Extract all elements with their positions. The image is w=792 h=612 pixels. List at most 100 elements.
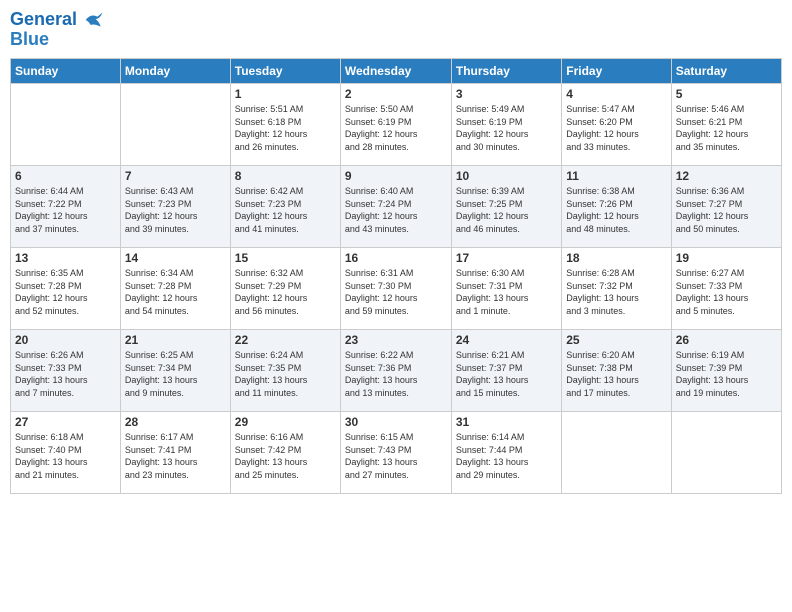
calendar-cell xyxy=(562,412,671,494)
calendar-cell: 10 Sunrise: 6:39 AM Sunset: 7:25 PM Dayli… xyxy=(451,166,561,248)
day-info: Sunrise: 6:22 AM Sunset: 7:36 PM Dayligh… xyxy=(345,349,447,399)
day-number: 1 xyxy=(235,87,336,101)
day-info: Sunrise: 6:42 AM Sunset: 7:23 PM Dayligh… xyxy=(235,185,336,235)
calendar-week-1: 1Sunrise: 5:51 AM Sunset: 6:18 PM Daylig… xyxy=(11,84,782,166)
calendar-cell: 7 Sunrise: 6:43 AM Sunset: 7:23 PM Daylig… xyxy=(120,166,230,248)
day-info: Sunrise: 6:31 AM Sunset: 7:30 PM Dayligh… xyxy=(345,267,447,317)
day-number: 10 xyxy=(456,169,557,183)
day-info: Sunrise: 6:30 AM Sunset: 7:31 PM Dayligh… xyxy=(456,267,557,317)
day-info: Sunrise: 6:35 AM Sunset: 7:28 PM Dayligh… xyxy=(15,267,116,317)
day-number: 24 xyxy=(456,333,557,347)
day-number: 18 xyxy=(566,251,666,265)
day-info: Sunrise: 5:50 AM Sunset: 6:19 PM Dayligh… xyxy=(345,103,447,153)
calendar-header: SundayMondayTuesdayWednesdayThursdayFrid… xyxy=(11,59,782,84)
calendar-cell: 15 Sunrise: 6:32 AM Sunset: 7:29 PM Dayli… xyxy=(230,248,340,330)
day-info: Sunrise: 5:47 AM Sunset: 6:20 PM Dayligh… xyxy=(566,103,666,153)
calendar-cell xyxy=(120,84,230,166)
calendar-cell xyxy=(671,412,781,494)
calendar-cell: 27Sunrise: 6:18 AM Sunset: 7:40 PM Dayli… xyxy=(11,412,121,494)
calendar-cell: 29 Sunrise: 6:16 AM Sunset: 7:42 PM Dayli… xyxy=(230,412,340,494)
day-info: Sunrise: 6:40 AM Sunset: 7:24 PM Dayligh… xyxy=(345,185,447,235)
weekday-header-monday: Monday xyxy=(120,59,230,84)
day-info: Sunrise: 6:34 AM Sunset: 7:28 PM Dayligh… xyxy=(125,267,226,317)
weekday-header-thursday: Thursday xyxy=(451,59,561,84)
day-info: Sunrise: 6:14 AM Sunset: 7:44 PM Dayligh… xyxy=(456,431,557,481)
day-number: 20 xyxy=(15,333,116,347)
day-number: 3 xyxy=(456,87,557,101)
calendar-cell: 25Sunrise: 6:20 AM Sunset: 7:38 PM Dayli… xyxy=(562,330,671,412)
logo: General Blue xyxy=(10,10,104,50)
calendar-cell: 8Sunrise: 6:42 AM Sunset: 7:23 PM Daylig… xyxy=(230,166,340,248)
calendar-cell: 18 Sunrise: 6:28 AM Sunset: 7:32 PM Dayli… xyxy=(562,248,671,330)
calendar-cell: 5Sunrise: 5:46 AM Sunset: 6:21 PM Daylig… xyxy=(671,84,781,166)
day-info: Sunrise: 6:27 AM Sunset: 7:33 PM Dayligh… xyxy=(676,267,777,317)
calendar-cell: 13 Sunrise: 6:35 AM Sunset: 7:28 PM Dayli… xyxy=(11,248,121,330)
calendar-cell: 4 Sunrise: 5:47 AM Sunset: 6:20 PM Daylig… xyxy=(562,84,671,166)
day-info: Sunrise: 6:25 AM Sunset: 7:34 PM Dayligh… xyxy=(125,349,226,399)
day-number: 12 xyxy=(676,169,777,183)
day-number: 16 xyxy=(345,251,447,265)
calendar-cell: 14 Sunrise: 6:34 AM Sunset: 7:28 PM Dayli… xyxy=(120,248,230,330)
day-info: Sunrise: 5:49 AM Sunset: 6:19 PM Dayligh… xyxy=(456,103,557,153)
day-info: Sunrise: 6:21 AM Sunset: 7:37 PM Dayligh… xyxy=(456,349,557,399)
day-number: 29 xyxy=(235,415,336,429)
day-number: 17 xyxy=(456,251,557,265)
day-info: Sunrise: 6:15 AM Sunset: 7:43 PM Dayligh… xyxy=(345,431,447,481)
day-info: Sunrise: 6:28 AM Sunset: 7:32 PM Dayligh… xyxy=(566,267,666,317)
weekday-header-tuesday: Tuesday xyxy=(230,59,340,84)
day-number: 27 xyxy=(15,415,116,429)
calendar-cell: 6 Sunrise: 6:44 AM Sunset: 7:22 PM Daylig… xyxy=(11,166,121,248)
calendar-cell xyxy=(11,84,121,166)
day-info: Sunrise: 6:44 AM Sunset: 7:22 PM Dayligh… xyxy=(15,185,116,235)
weekday-header-saturday: Saturday xyxy=(671,59,781,84)
calendar-cell: 11 Sunrise: 6:38 AM Sunset: 7:26 PM Dayli… xyxy=(562,166,671,248)
page-header: General Blue xyxy=(10,10,782,50)
day-number: 9 xyxy=(345,169,447,183)
calendar-cell: 17 Sunrise: 6:30 AM Sunset: 7:31 PM Dayli… xyxy=(451,248,561,330)
day-info: Sunrise: 6:43 AM Sunset: 7:23 PM Dayligh… xyxy=(125,185,226,235)
day-number: 15 xyxy=(235,251,336,265)
calendar-cell: 22Sunrise: 6:24 AM Sunset: 7:35 PM Dayli… xyxy=(230,330,340,412)
day-info: Sunrise: 6:36 AM Sunset: 7:27 PM Dayligh… xyxy=(676,185,777,235)
day-number: 19 xyxy=(676,251,777,265)
calendar-cell: 1Sunrise: 5:51 AM Sunset: 6:18 PM Daylig… xyxy=(230,84,340,166)
day-number: 7 xyxy=(125,169,226,183)
day-number: 6 xyxy=(15,169,116,183)
calendar-table: SundayMondayTuesdayWednesdayThursdayFrid… xyxy=(10,58,782,494)
weekday-header-friday: Friday xyxy=(562,59,671,84)
day-number: 25 xyxy=(566,333,666,347)
calendar-cell: 9 Sunrise: 6:40 AM Sunset: 7:24 PM Daylig… xyxy=(340,166,451,248)
day-number: 14 xyxy=(125,251,226,265)
day-number: 21 xyxy=(125,333,226,347)
day-number: 28 xyxy=(125,415,226,429)
calendar-cell: 21 Sunrise: 6:25 AM Sunset: 7:34 PM Dayli… xyxy=(120,330,230,412)
day-number: 26 xyxy=(676,333,777,347)
calendar-cell: 2Sunrise: 5:50 AM Sunset: 6:19 PM Daylig… xyxy=(340,84,451,166)
calendar-cell: 30 Sunrise: 6:15 AM Sunset: 7:43 PM Dayli… xyxy=(340,412,451,494)
day-info: Sunrise: 6:16 AM Sunset: 7:42 PM Dayligh… xyxy=(235,431,336,481)
weekday-header-wednesday: Wednesday xyxy=(340,59,451,84)
day-number: 13 xyxy=(15,251,116,265)
day-info: Sunrise: 6:24 AM Sunset: 7:35 PM Dayligh… xyxy=(235,349,336,399)
logo-bird-icon xyxy=(84,10,104,30)
calendar-cell: 20Sunrise: 6:26 AM Sunset: 7:33 PM Dayli… xyxy=(11,330,121,412)
calendar-cell: 12 Sunrise: 6:36 AM Sunset: 7:27 PM Dayli… xyxy=(671,166,781,248)
day-info: Sunrise: 6:39 AM Sunset: 7:25 PM Dayligh… xyxy=(456,185,557,235)
day-number: 5 xyxy=(676,87,777,101)
calendar-cell: 31 Sunrise: 6:14 AM Sunset: 7:44 PM Dayli… xyxy=(451,412,561,494)
day-number: 23 xyxy=(345,333,447,347)
calendar-cell: 26Sunrise: 6:19 AM Sunset: 7:39 PM Dayli… xyxy=(671,330,781,412)
day-number: 11 xyxy=(566,169,666,183)
day-info: Sunrise: 6:38 AM Sunset: 7:26 PM Dayligh… xyxy=(566,185,666,235)
day-number: 30 xyxy=(345,415,447,429)
day-info: Sunrise: 6:32 AM Sunset: 7:29 PM Dayligh… xyxy=(235,267,336,317)
calendar-cell: 23 Sunrise: 6:22 AM Sunset: 7:36 PM Dayli… xyxy=(340,330,451,412)
calendar-cell: 19 Sunrise: 6:27 AM Sunset: 7:33 PM Dayli… xyxy=(671,248,781,330)
day-number: 31 xyxy=(456,415,557,429)
calendar-week-2: 6 Sunrise: 6:44 AM Sunset: 7:22 PM Daylig… xyxy=(11,166,782,248)
calendar-week-3: 13 Sunrise: 6:35 AM Sunset: 7:28 PM Dayli… xyxy=(11,248,782,330)
calendar-week-5: 27Sunrise: 6:18 AM Sunset: 7:40 PM Dayli… xyxy=(11,412,782,494)
weekday-header-sunday: Sunday xyxy=(11,59,121,84)
day-number: 4 xyxy=(566,87,666,101)
calendar-week-4: 20Sunrise: 6:26 AM Sunset: 7:33 PM Dayli… xyxy=(11,330,782,412)
